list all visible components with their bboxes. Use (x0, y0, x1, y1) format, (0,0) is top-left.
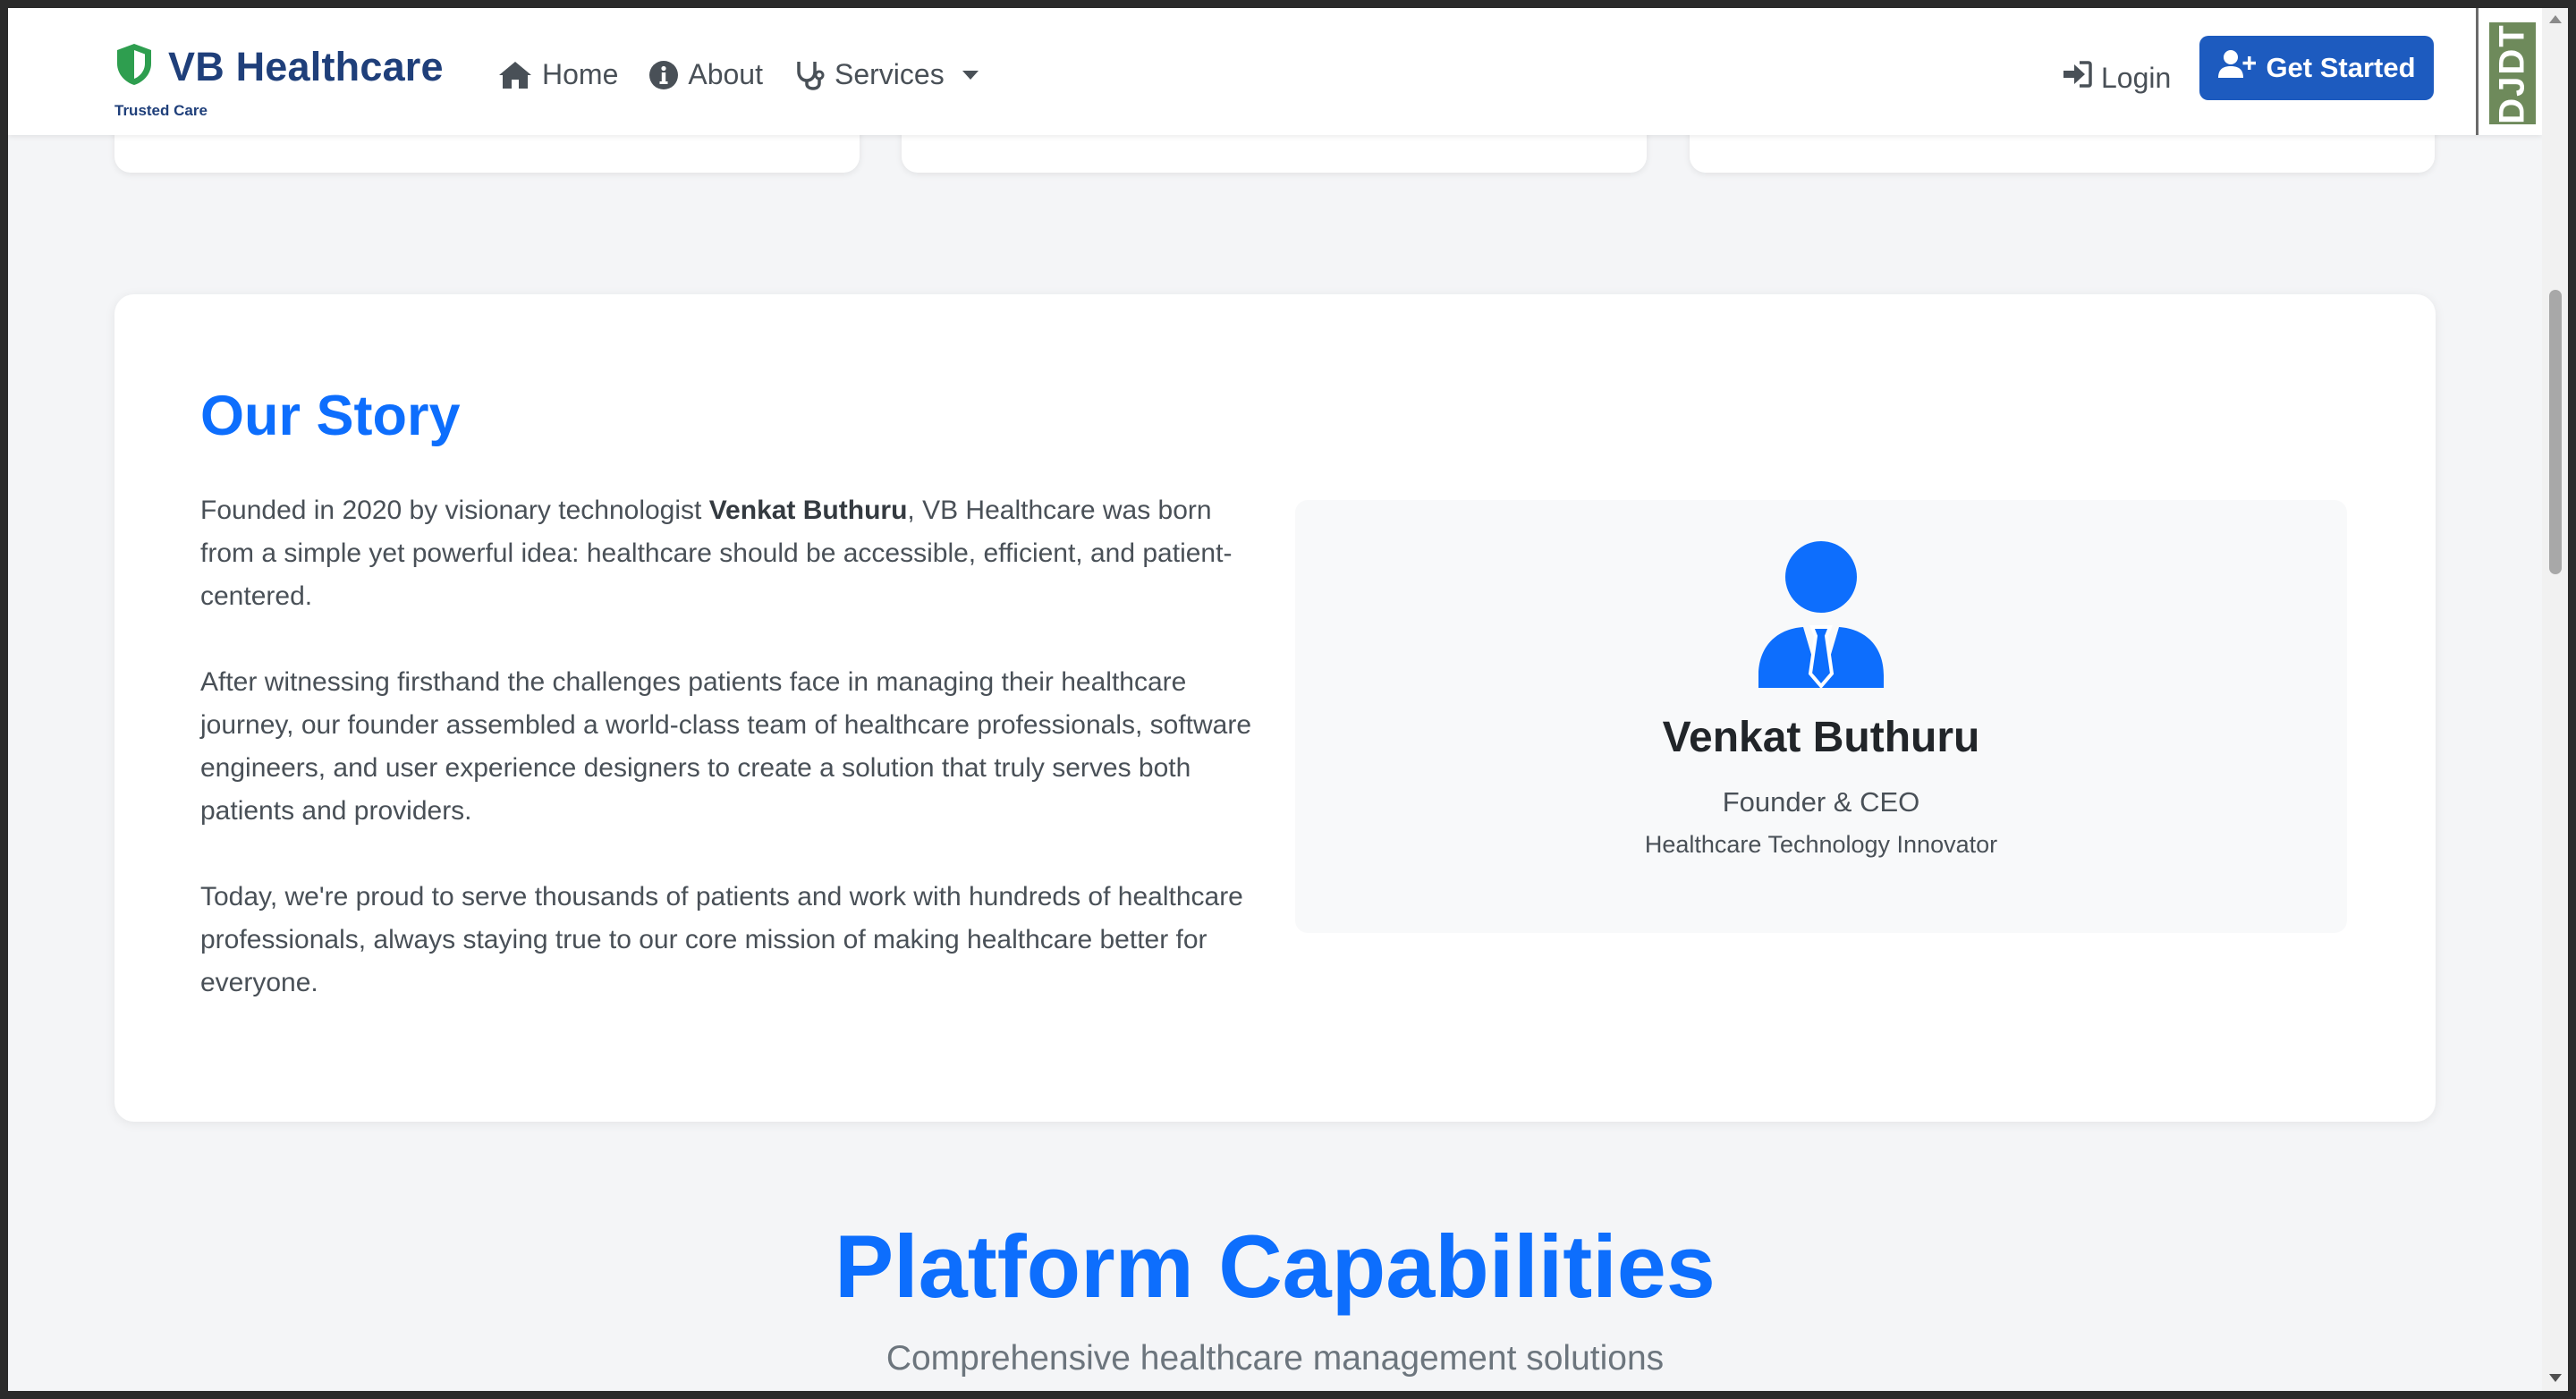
brand-name: VB Healthcare (168, 43, 444, 89)
shield-icon (114, 42, 154, 91)
user-tie-icon (1758, 541, 1884, 692)
story-paragraph-1: Founded in 2020 by visionary technologis… (200, 489, 1265, 618)
story-p1-start: Founded in 2020 by visionary technologis… (200, 496, 709, 525)
debug-toolbar-handle[interactable]: DJDT (2476, 8, 2542, 135)
scrollbar-thumb[interactable] (2549, 290, 2562, 574)
stethoscope-icon (793, 59, 826, 91)
debug-toolbar-label: DJDT (2492, 22, 2532, 124)
brand-logo[interactable]: VB Healthcare Trusted Care (114, 42, 444, 120)
brand-tagline: Trusted Care (114, 102, 208, 119)
user-plus-icon (2217, 49, 2257, 87)
chevron-down-icon (962, 70, 979, 80)
nav-links: Home About Services (497, 58, 979, 91)
info-circle-icon (648, 60, 679, 90)
login-link[interactable]: Login (2062, 60, 2171, 96)
sign-in-icon (2062, 60, 2092, 96)
story-p1-founder: Venkat Buthuru (708, 496, 908, 525)
founder-subtitle: Healthcare Technology Innovator (1644, 831, 1998, 858)
scroll-down-arrow-icon[interactable] (2549, 1374, 2562, 1382)
story-title: Our Story (200, 385, 461, 447)
capabilities-title: Platform Capabilities (835, 1217, 1716, 1316)
get-started-button[interactable]: Get Started (2199, 36, 2434, 100)
login-label: Login (2101, 61, 2172, 94)
vertical-scrollbar[interactable] (2542, 8, 2568, 1391)
founder-role: Founder & CEO (1722, 786, 1920, 818)
nav-services-label: Services (834, 58, 945, 90)
home-icon (497, 60, 533, 90)
debug-toolbar-badge: DJDT (2487, 21, 2538, 126)
nav-home-label: Home (542, 58, 619, 90)
page-viewport: VB Healthcare Trusted Care Home About Se… (8, 8, 2542, 1391)
nav-about-label: About (688, 58, 763, 90)
nav-services-dropdown[interactable]: Services (793, 58, 979, 91)
get-started-label: Get Started (2266, 52, 2416, 83)
nav-home[interactable]: Home (497, 58, 618, 91)
story-paragraph-3: Today, we're proud to serve thousands of… (200, 882, 1243, 997)
scroll-up-arrow-icon[interactable] (2549, 15, 2562, 23)
founder-name: Venkat Buthuru (1662, 714, 1980, 761)
nav-about[interactable]: About (648, 58, 763, 91)
top-navbar: VB Healthcare Trusted Care Home About Se… (8, 8, 2542, 135)
story-paragraph-2: After witnessing firsthand the challenge… (200, 667, 1252, 826)
founder-card: Venkat Buthuru Founder & CEO Healthcare … (1295, 500, 2347, 933)
capabilities-subtitle: Comprehensive healthcare management solu… (886, 1339, 1665, 1378)
our-story-card: Our Story Founded in 2020 by visionary t… (114, 294, 2436, 1122)
story-text: Founded in 2020 by visionary technologis… (200, 489, 1265, 1047)
